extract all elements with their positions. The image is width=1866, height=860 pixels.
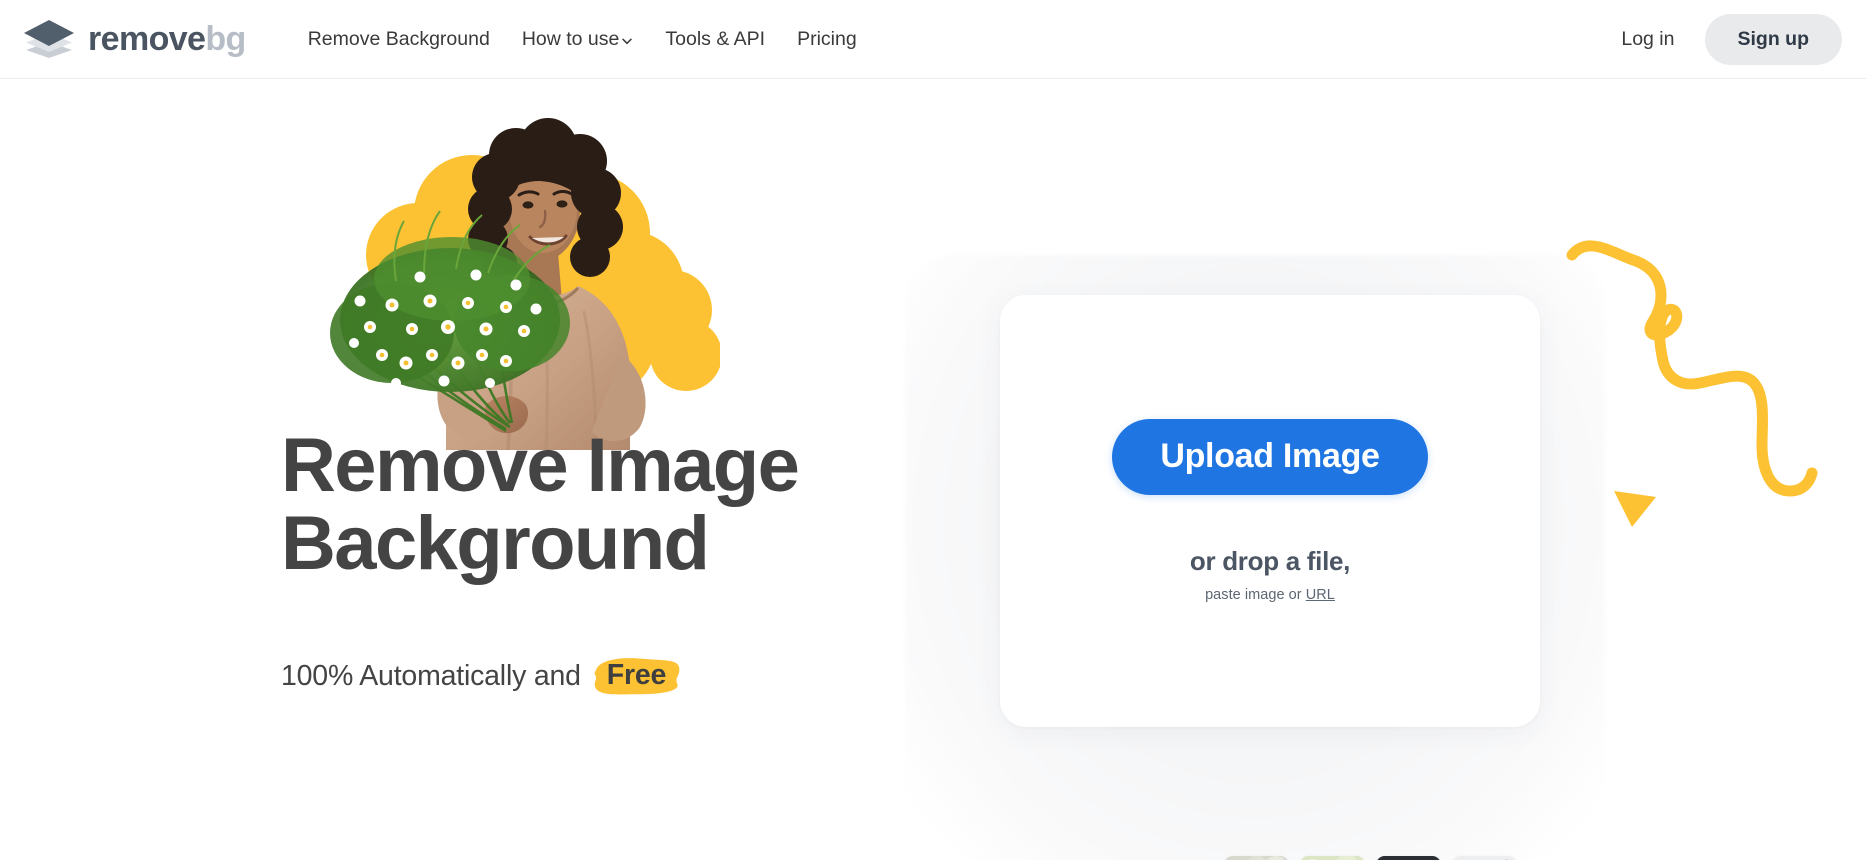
- upload-card[interactable]: Upload Image or drop a file, paste image…: [1000, 295, 1540, 727]
- nav-item-tools-and-api-label: Tools & API: [665, 27, 766, 50]
- paste-url-link[interactable]: URL: [1306, 587, 1335, 603]
- paste-hint-prefix: paste image or: [1205, 587, 1306, 603]
- nav-item-tools-and-api[interactable]: Tools & API: [649, 18, 781, 61]
- nav-account-actions: Log in Sign up: [1603, 13, 1842, 65]
- primary-nav-links: Remove Background How to use Tools & API…: [292, 18, 873, 61]
- hero-section: Remove Image Background 100% Automatical…: [0, 79, 1866, 860]
- top-navigation-bar: removebg Remove Background How to use To…: [0, 0, 1866, 79]
- signup-button[interactable]: Sign up: [1704, 13, 1842, 65]
- free-label: Free: [606, 659, 667, 691]
- nav-item-remove-background[interactable]: Remove Background: [292, 18, 506, 61]
- brand-wordmark: removebg: [88, 22, 246, 56]
- nav-item-how-to-use-label: How to use: [521, 27, 620, 50]
- free-badge: Free: [591, 655, 682, 698]
- nav-item-remove-background-label: Remove Background: [307, 27, 490, 50]
- headline-line-2: Background: [281, 501, 710, 587]
- brand-logo-link[interactable]: removebg: [22, 17, 246, 61]
- nav-item-pricing-label: Pricing: [797, 27, 857, 50]
- sample-images-section: No image? Try one of these:: [1000, 856, 1560, 860]
- drop-file-text: or drop a file,: [1189, 546, 1351, 576]
- sample-thumbnail-list: [1223, 856, 1517, 860]
- sample-thumb-red-car[interactable]: [1375, 856, 1441, 860]
- headline-line-1: Remove Image: [281, 423, 800, 508]
- sample-thumb-fitness-equipment[interactable]: [1451, 856, 1517, 860]
- sample-thumb-dog-with-stick[interactable]: [1299, 856, 1365, 860]
- page-title: Remove Image Background: [281, 423, 901, 587]
- nav-item-pricing[interactable]: Pricing: [781, 18, 873, 61]
- brand-word-secondary: bg: [205, 20, 246, 58]
- stacked-diamond-logo-icon: [22, 17, 76, 61]
- paste-image-hint: paste image or URL: [1205, 587, 1335, 603]
- sample-images-label: No image? Try one of these:: [1000, 856, 1150, 860]
- subheadline-text: 100% Automatically and: [281, 660, 581, 692]
- sample-thumb-woman-in-hat[interactable]: [1223, 856, 1289, 860]
- upload-image-button[interactable]: Upload Image: [1112, 419, 1428, 495]
- hero-left-column: Remove Image Background 100% Automatical…: [0, 79, 920, 860]
- brand-word-primary: remove: [88, 20, 206, 58]
- nav-item-how-to-use[interactable]: How to use: [506, 18, 650, 61]
- chevron-down-icon: [621, 35, 633, 47]
- hero-subheadline: 100% Automatically and Free: [281, 655, 682, 698]
- hero-illustration-woman-with-flowers: [300, 105, 720, 450]
- login-link[interactable]: Log in: [1603, 18, 1692, 61]
